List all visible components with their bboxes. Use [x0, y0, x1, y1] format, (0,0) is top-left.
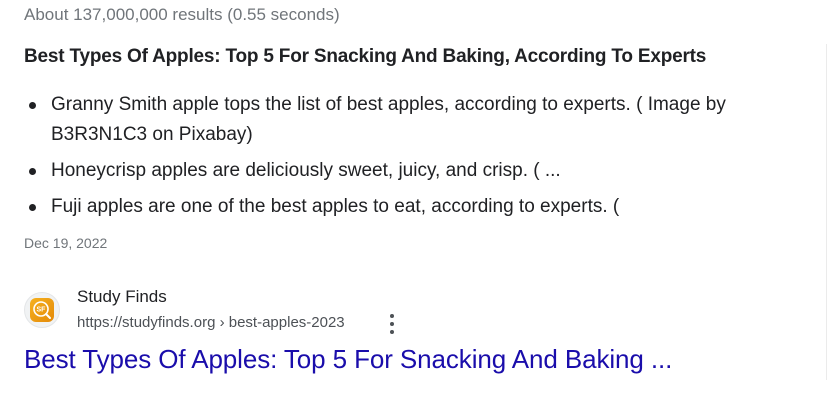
featured-snippet-list: Granny Smith apple tops the list of best… — [24, 90, 784, 228]
bullet-icon — [29, 168, 36, 175]
study-finds-logo-icon: SF — [30, 298, 54, 322]
vertical-dots-icon[interactable] — [385, 313, 399, 335]
list-item-text: Fuji apples are one of the best apples t… — [51, 196, 620, 217]
site-name[interactable]: Study Finds — [77, 287, 167, 307]
dot — [390, 314, 394, 318]
featured-snippet-title: Best Types Of Apples: Top 5 For Snacking… — [24, 46, 707, 67]
list-item: Fuji apples are one of the best apples t… — [24, 192, 784, 222]
bullet-icon — [29, 102, 36, 109]
result-stats: About 137,000,000 results (0.55 seconds) — [24, 5, 340, 24]
favicon-container[interactable]: SF — [24, 292, 60, 328]
dot — [390, 322, 394, 326]
list-item: Honeycrisp apples are deliciously sweet,… — [24, 156, 784, 186]
snippet-date: Dec 19, 2022 — [24, 235, 108, 251]
dot — [390, 330, 394, 334]
result-title-link[interactable]: Best Types Of Apples: Top 5 For Snacking… — [24, 344, 672, 375]
favicon-text: SF — [37, 307, 47, 314]
list-item-text: Granny Smith apple tops the list of best… — [51, 94, 726, 145]
panel-divider — [826, 44, 827, 380]
list-item-text: Honeycrisp apples are deliciously sweet,… — [51, 160, 561, 181]
bullet-icon — [29, 204, 36, 211]
list-item: Granny Smith apple tops the list of best… — [24, 90, 784, 150]
result-source: SF Study Finds https://studyfinds.org › … — [24, 284, 524, 336]
site-url[interactable]: https://studyfinds.org › best-apples-202… — [77, 314, 345, 331]
